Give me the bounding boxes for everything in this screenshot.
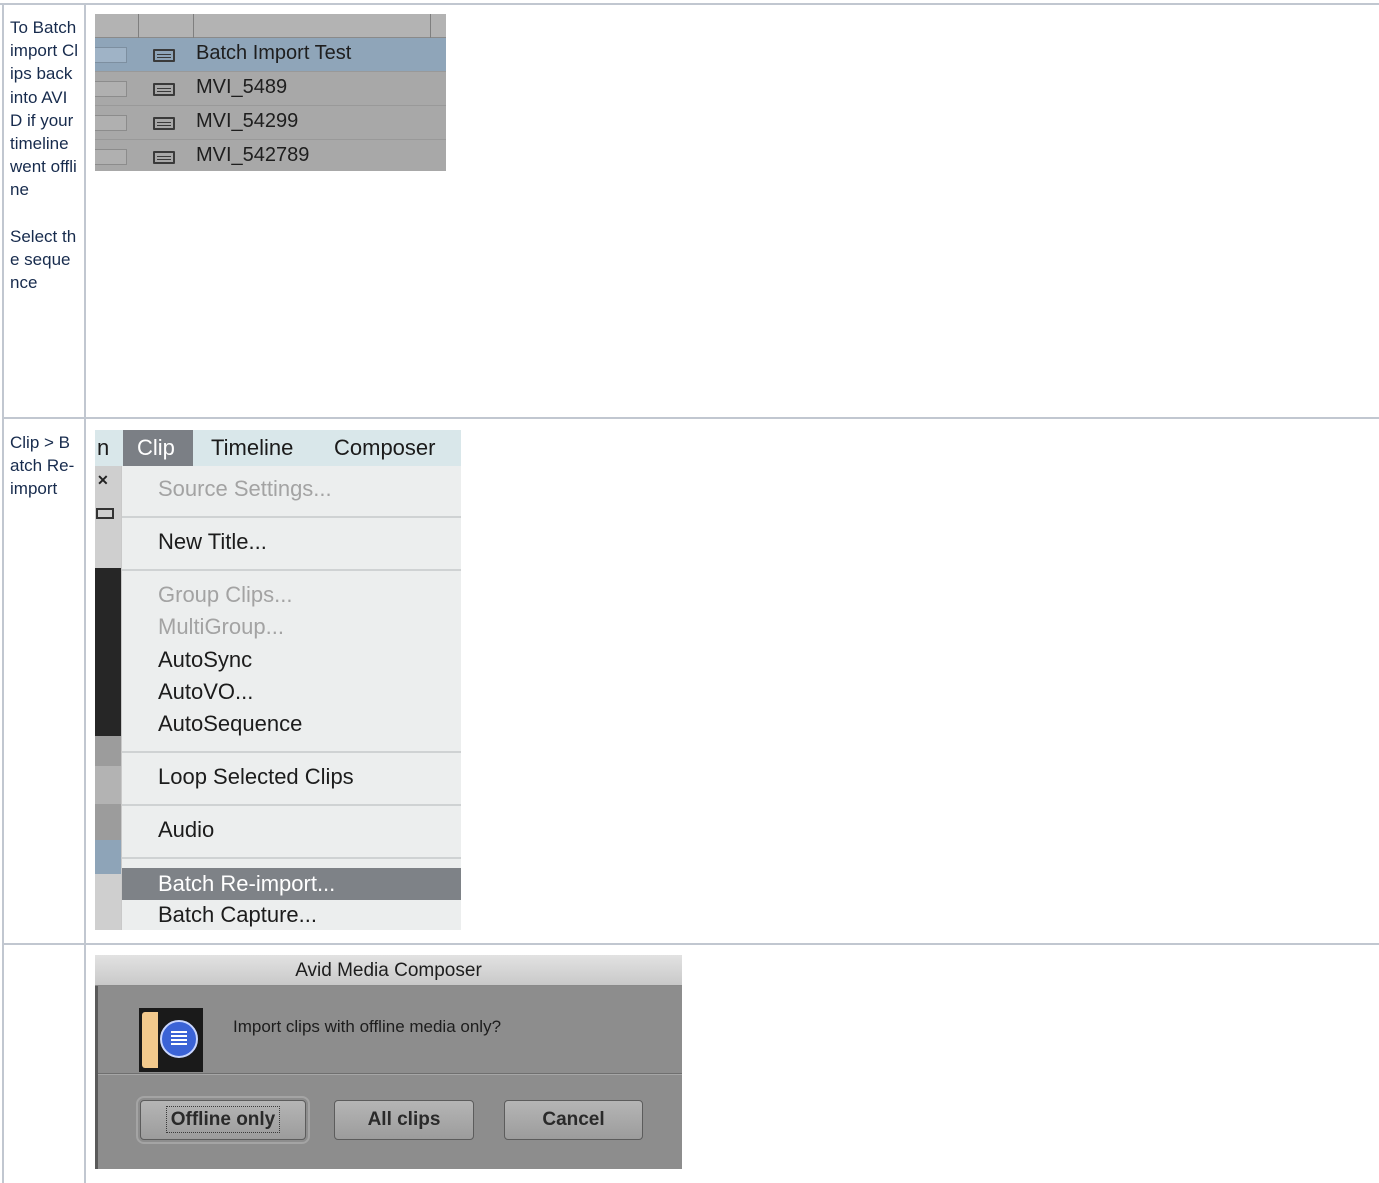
menu-item-multigroup[interactable]: MultiGroup... xyxy=(122,614,461,640)
cancel-button[interactable]: Cancel xyxy=(504,1100,643,1140)
menu-separator xyxy=(122,569,461,571)
background-window-strip: ✕ xyxy=(95,466,121,930)
clip-icon xyxy=(153,117,175,130)
menu-separator xyxy=(122,857,461,859)
avid-message-icon xyxy=(139,1008,203,1072)
menu-bar-item-clip[interactable]: Clip xyxy=(123,430,193,466)
bin-row-label: Batch Import Test xyxy=(196,42,352,64)
clip-menu-dropdown: Source Settings... New Title... Group Cl… xyxy=(121,466,461,930)
bin-row[interactable]: MVI_5489 xyxy=(95,72,446,106)
sequence-icon xyxy=(96,508,114,519)
menu-item-audio[interactable]: Audio xyxy=(122,817,461,843)
menu-bar-item-partial[interactable]: n xyxy=(95,430,117,466)
menu-item-autovo[interactable]: AutoVO... xyxy=(122,679,461,705)
menu-item-batch-capture[interactable]: Batch Capture... xyxy=(122,902,461,928)
clip-menu-screenshot: n Clip Timeline Composer ✕ Source Settin… xyxy=(95,430,461,930)
menu-separator xyxy=(122,804,461,806)
menu-item-batch-reimport[interactable]: Batch Re-import... xyxy=(122,868,461,900)
step-1-text: To Batch import Clips back into AVID if … xyxy=(10,18,79,293)
menu-item-autosequence[interactable]: AutoSequence xyxy=(122,711,461,737)
bin-row-label: MVI_542789 xyxy=(196,144,310,166)
dialog-title: Avid Media Composer xyxy=(95,955,682,986)
table-row-divider-1 xyxy=(2,417,1379,419)
close-icon: ✕ xyxy=(97,472,109,488)
menu-separator xyxy=(122,751,461,753)
bin-row[interactable]: MVI_542789 xyxy=(95,140,446,171)
all-clips-button[interactable]: All clips xyxy=(334,1100,474,1140)
menu-item-new-title[interactable]: New Title... xyxy=(122,529,461,555)
offline-only-label: Offline only xyxy=(165,1106,281,1133)
sequence-icon xyxy=(153,49,175,62)
menu-item-autosync[interactable]: AutoSync xyxy=(122,647,461,673)
menu-item-loop-selected-clips[interactable]: Loop Selected Clips xyxy=(122,764,461,790)
bin-row[interactable]: MVI_54299 xyxy=(95,106,446,140)
bin-row-label: MVI_5489 xyxy=(196,76,288,98)
row-checkbox[interactable] xyxy=(95,47,127,63)
dialog-divider xyxy=(98,1073,682,1075)
menu-bar-item-composer[interactable]: Composer xyxy=(334,430,435,466)
row-checkbox[interactable] xyxy=(95,81,127,97)
row-checkbox[interactable] xyxy=(95,115,127,131)
table-top-border xyxy=(0,3,1379,5)
row-checkbox[interactable] xyxy=(95,149,127,165)
menu-bar-item-timeline[interactable]: Timeline xyxy=(211,430,293,466)
table-left-border xyxy=(2,3,4,1183)
menu-item-group-clips[interactable]: Group Clips... xyxy=(122,582,461,608)
bin-row-label: MVI_54299 xyxy=(196,110,299,132)
table-column-divider xyxy=(84,3,86,1183)
batch-reimport-dialog: Avid Media Composer Import clips with of… xyxy=(95,955,682,1169)
bin-screenshot: Batch Import Test MVI_5489 MVI_54299 MVI… xyxy=(95,14,446,171)
bin-row[interactable]: Batch Import Test xyxy=(95,38,446,72)
clip-icon xyxy=(153,151,175,164)
menu-separator xyxy=(122,516,461,518)
step-2-text: Clip > Batch Re-import xyxy=(10,433,75,499)
menu-bar: n Clip Timeline Composer xyxy=(95,430,461,466)
clip-icon xyxy=(153,83,175,96)
table-row-divider-2 xyxy=(2,943,1379,945)
bin-column-header xyxy=(95,14,446,38)
offline-only-button[interactable]: Offline only xyxy=(136,1096,310,1144)
menu-item-source-settings[interactable]: Source Settings... xyxy=(122,476,461,502)
dialog-message: Import clips with offline media only? xyxy=(233,1017,502,1036)
